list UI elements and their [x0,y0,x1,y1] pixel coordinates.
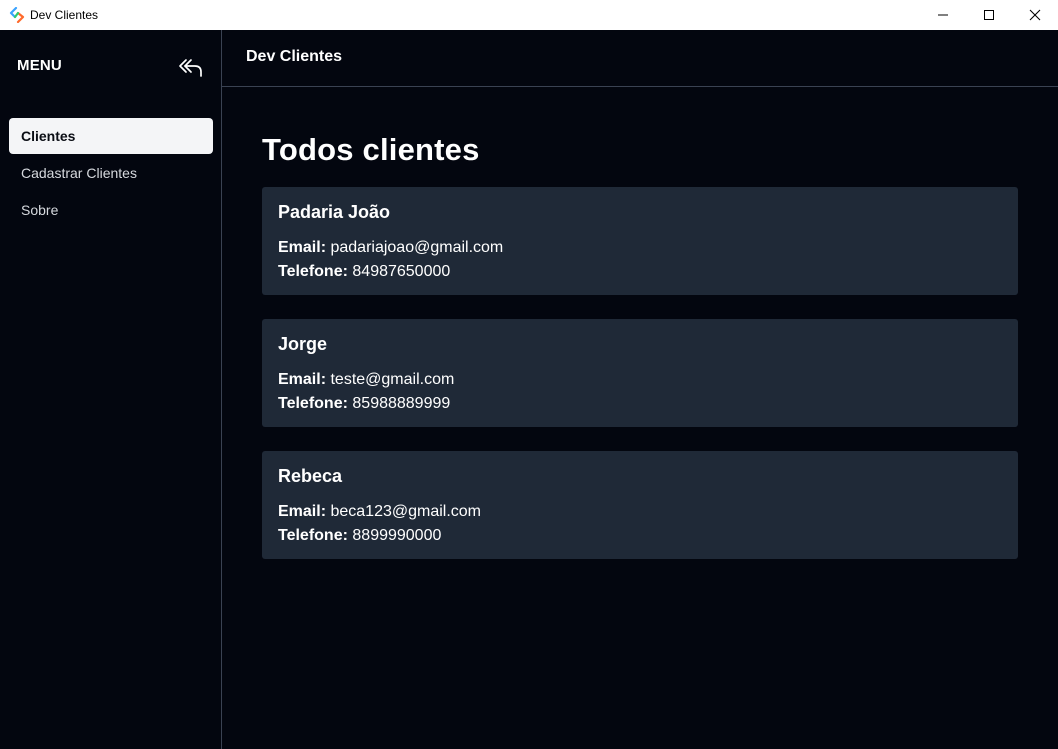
sidebar-item-sobre[interactable]: Sobre [9,192,213,228]
client-card: Jorge Email: teste@gmail.com Telefone: 8… [262,319,1018,427]
client-phone-row: Telefone: 8899990000 [278,524,1002,548]
sidebar-item-cadastrar-clientes[interactable]: Cadastrar Clientes [9,155,213,191]
client-card: Padaria João Email: padariajoao@gmail.co… [262,187,1018,295]
app-window: Dev Clientes MENU Clientes Cadastrar Cli… [0,0,1058,749]
maximize-button[interactable] [966,0,1012,30]
window-title: Dev Clientes [30,8,99,22]
menu-title: MENU [17,57,62,74]
sidebar-item-clientes[interactable]: Clientes [9,118,213,154]
email-label: Email: [278,503,327,520]
client-email-row: Email: beca123@gmail.com [278,500,1002,524]
title-bar: Dev Clientes [0,0,1058,30]
header-title: Dev Clientes [246,48,343,65]
client-phone: 85988889999 [352,395,451,412]
sidebar-nav: Clientes Cadastrar Clientes Sobre [9,118,213,229]
phone-label: Telefone: [278,395,348,412]
top-header: Dev Clientes [222,30,1058,87]
minimize-button[interactable] [920,0,966,30]
client-email-row: Email: padariajoao@gmail.com [278,236,1002,260]
phone-label: Telefone: [278,263,348,280]
client-email: teste@gmail.com [330,371,455,388]
client-phone-row: Telefone: 85988889999 [278,392,1002,416]
client-list: Padaria João Email: padariajoao@gmail.co… [262,187,1018,583]
page-title: Todos clientes [262,132,480,167]
client-name: Rebeca [278,466,343,486]
sidebar-item-label: Cadastrar Clientes [21,165,137,181]
email-label: Email: [278,239,327,256]
sidebar-item-label: Sobre [21,202,59,218]
sidebar-item-label: Clientes [21,128,76,144]
client-email: beca123@gmail.com [330,503,482,520]
client-card: Rebeca Email: beca123@gmail.com Telefone… [262,451,1018,559]
phone-label: Telefone: [278,527,348,544]
client-email: padariajoao@gmail.com [330,239,504,256]
collapse-menu-button[interactable] [177,56,205,80]
client-phone: 8899990000 [352,527,442,544]
app-logo-icon [9,7,25,23]
double-arrow-back-icon [179,59,202,77]
client-name: Jorge [278,334,328,354]
client-name: Padaria João [278,202,391,222]
close-button[interactable] [1012,0,1058,30]
sidebar: MENU Clientes Cadastrar Clientes Sobre [0,30,222,749]
close-icon [1029,9,1041,21]
client-phone-row: Telefone: 84987650000 [278,260,1002,284]
minimize-icon [938,14,948,16]
client-email-row: Email: teste@gmail.com [278,368,1002,392]
maximize-icon [984,10,994,20]
email-label: Email: [278,371,327,388]
client-phone: 84987650000 [352,263,451,280]
